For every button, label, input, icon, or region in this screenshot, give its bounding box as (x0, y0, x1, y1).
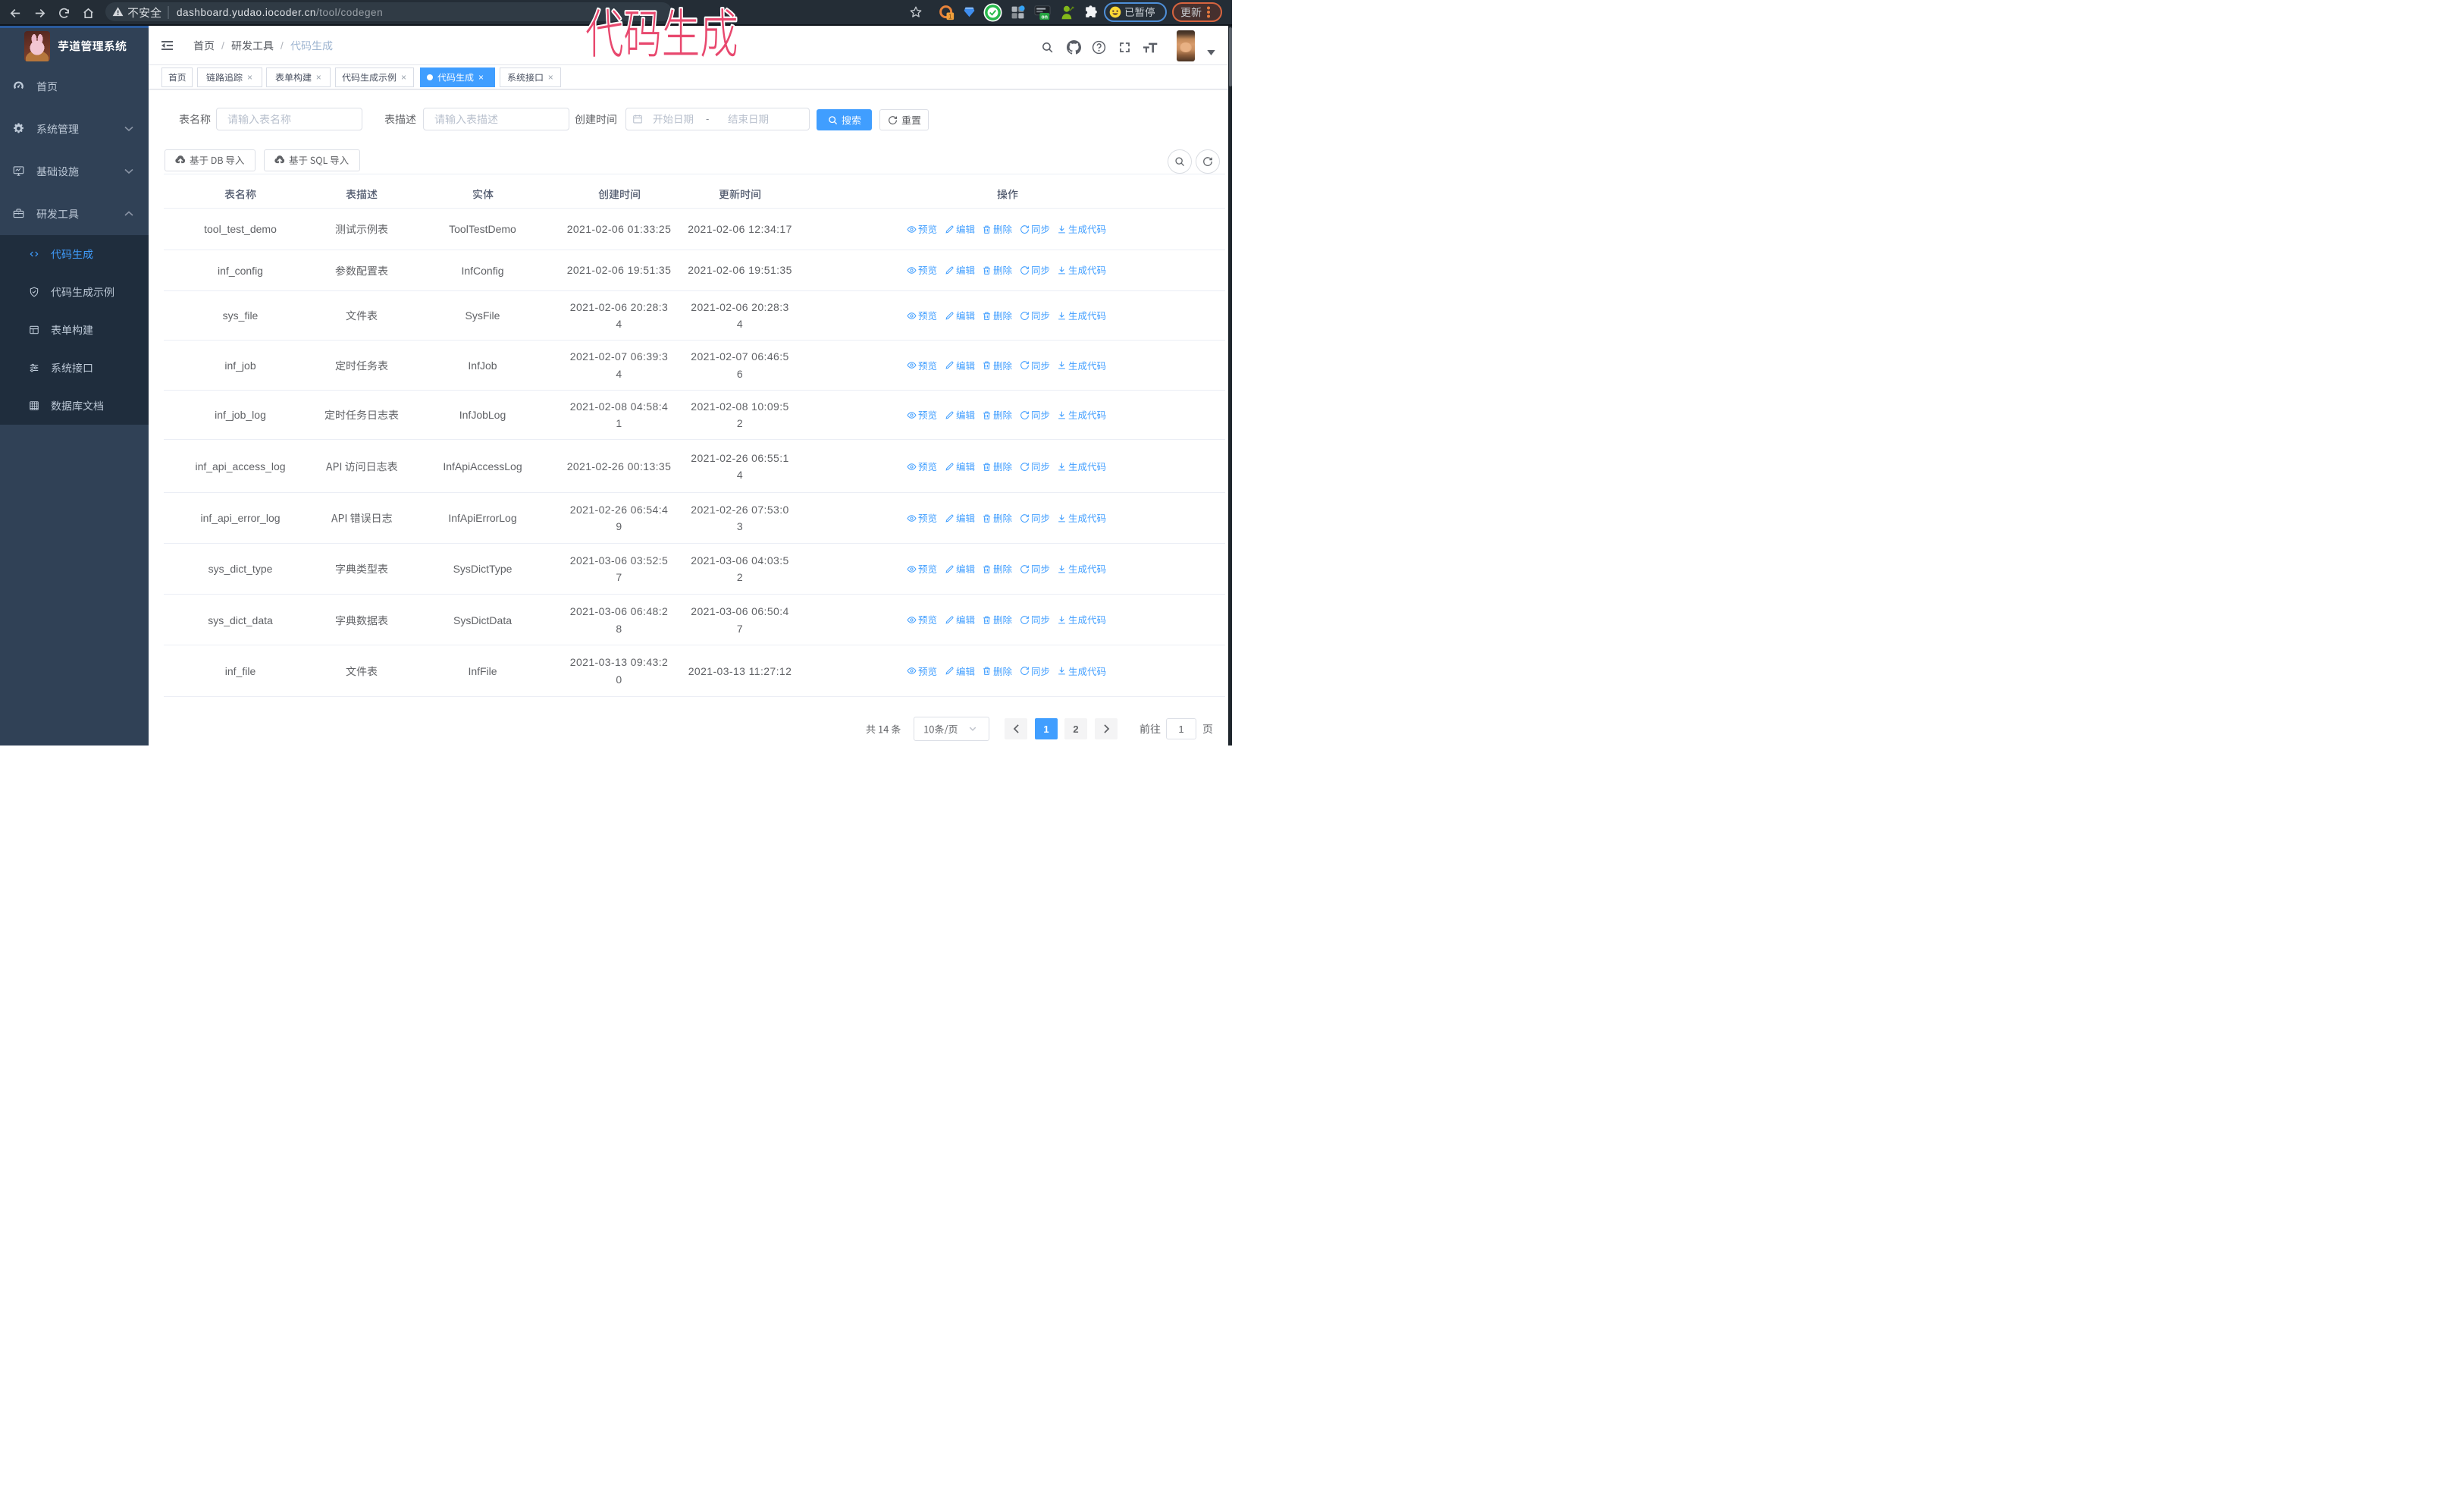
svg-text:on: on (1042, 14, 1048, 20)
svg-text:1: 1 (948, 13, 951, 20)
